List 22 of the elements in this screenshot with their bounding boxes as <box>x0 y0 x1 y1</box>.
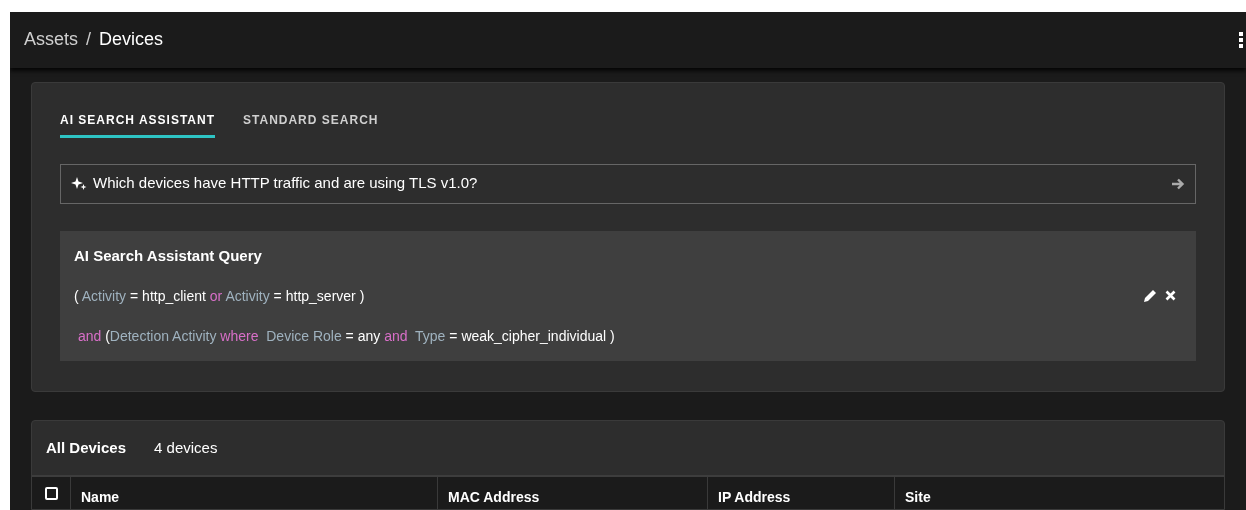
arrow-right-icon[interactable] <box>1171 177 1185 190</box>
search-tab[interactable]: AI SEARCH ASSISTANT <box>60 110 215 138</box>
ai-search-field[interactable]: Which devices have HTTP traffic and are using TLS v1.0? <box>60 163 1196 204</box>
column-header[interactable]: Site <box>905 489 931 505</box>
column-header[interactable]: MAC Address <box>448 489 540 505</box>
column-header[interactable]: Name <box>81 489 120 505</box>
devices-title: All Devices <box>46 437 127 458</box>
query-line: and (Detection Activity where Device Role = any and Type = weak_cipher_individual ) <box>76 327 616 346</box>
search-tab[interactable]: STANDARD SEARCH <box>243 110 379 138</box>
query-line: ( Activity = http_client or Activity = http_server ) <box>74 287 366 306</box>
more-icon[interactable] <box>1239 31 1243 48</box>
column-header[interactable]: IP Address <box>718 489 791 505</box>
query-title: AI Search Assistant Query <box>74 245 263 266</box>
device-count: 4 devices <box>154 437 218 458</box>
pencil-icon[interactable] <box>1143 288 1157 303</box>
sparkle-icon <box>71 176 87 191</box>
breadcrumb-separator: / <box>86 28 92 52</box>
close-icon[interactable] <box>1165 290 1176 302</box>
breadcrumb-link[interactable]: Assets <box>24 26 79 54</box>
breadcrumb-current: Devices <box>99 28 164 52</box>
search-text: Which devices have HTTP traffic and are using TLS v1.0? <box>93 173 479 194</box>
select-all-checkbox[interactable] <box>44 487 58 500</box>
